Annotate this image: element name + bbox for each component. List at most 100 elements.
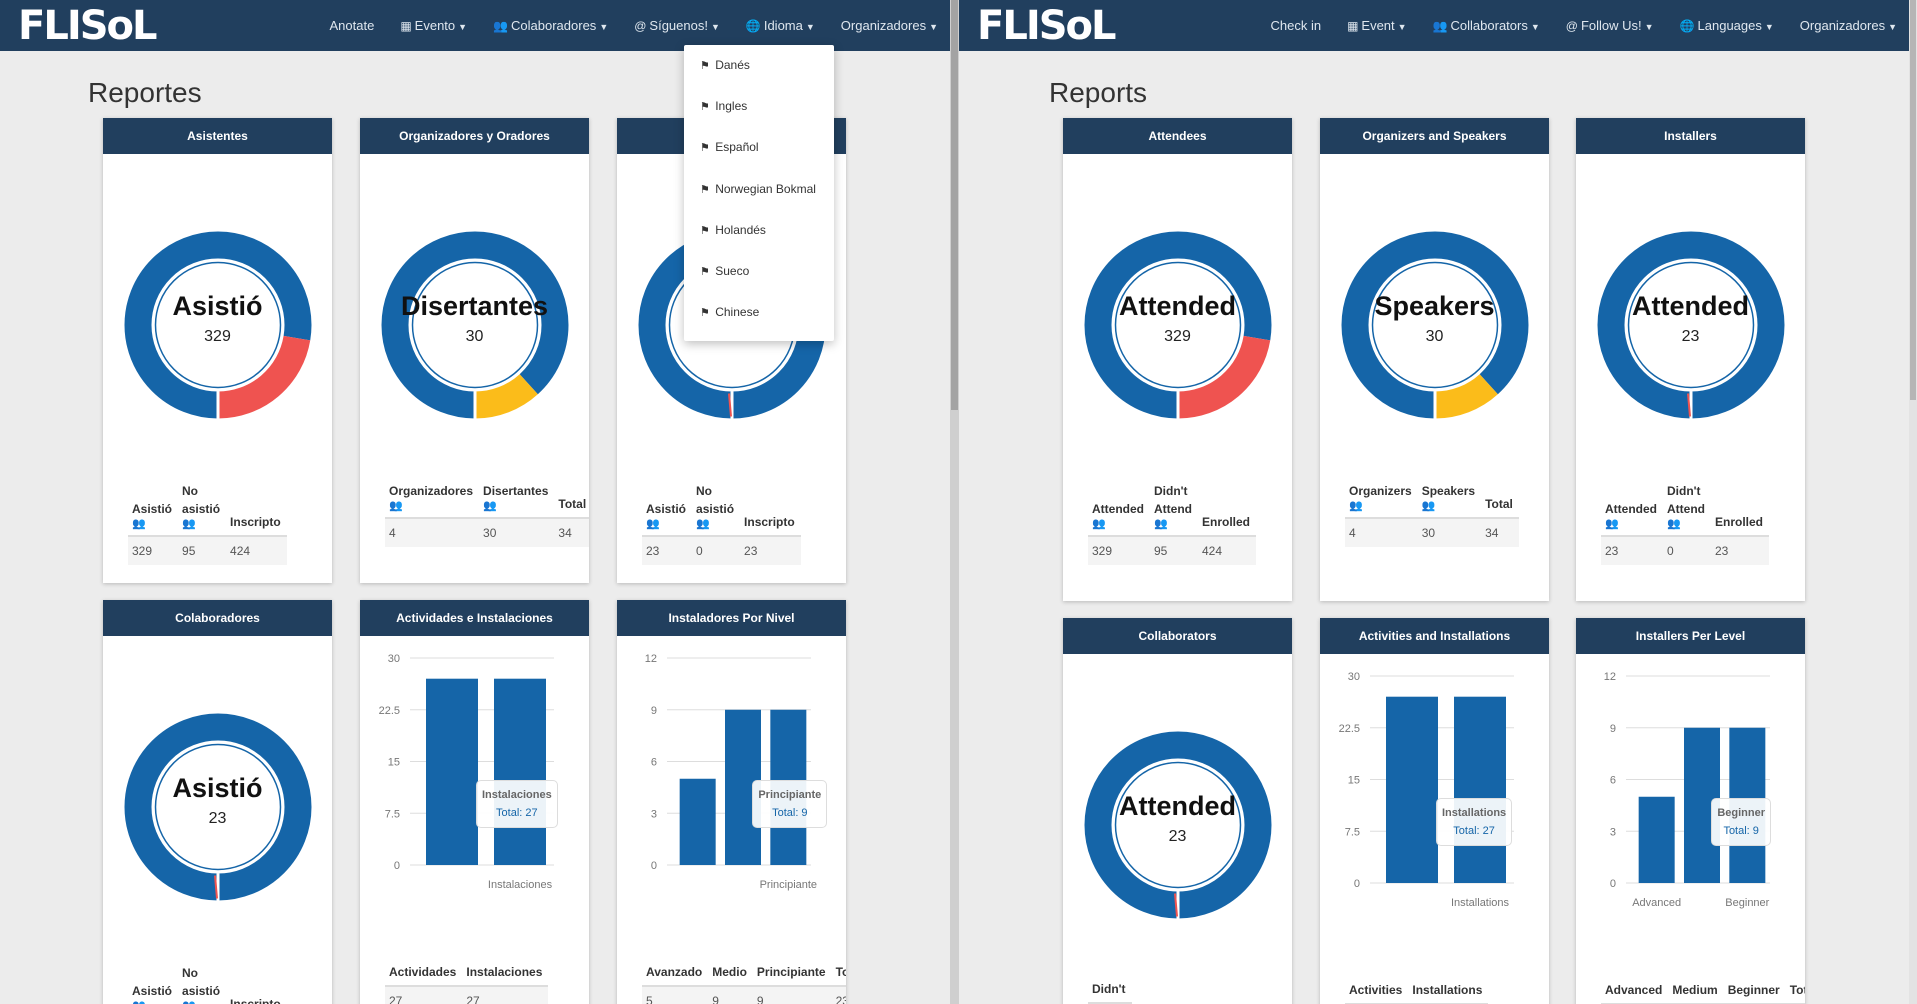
donut-segment[interactable] [1341, 231, 1528, 419]
stats-cell: 329 [128, 536, 179, 565]
column-label-line: Enrolled [1202, 515, 1251, 529]
column-label-line: Inscripto [230, 997, 281, 1004]
users-icon: 👥 [182, 518, 196, 530]
nav-evento[interactable]: ▦ Evento ▼ [400, 18, 467, 33]
donut-chart[interactable] [1596, 230, 1786, 420]
language-option-label: Español [715, 140, 759, 155]
donut-center-label: Attended [1119, 291, 1236, 321]
column-label-line: asistió [182, 984, 221, 998]
donut-center-value: 30 [465, 328, 484, 345]
nav-siguenos-label: Síguenos! [649, 18, 708, 33]
bar-chart[interactable]: 12 9 6 3 0 Advanced Beginner [1576, 668, 1805, 928]
nav-siguenos[interactable]: @ Síguenos! ▼ [634, 18, 720, 33]
stats-cell: 95 [178, 536, 227, 565]
nav-organizadores[interactable]: Organizadores ▼ [841, 18, 938, 33]
nav-colaboradores[interactable]: 👥 Colaboradores ▼ [493, 18, 608, 33]
x-tick-label: Beginner [1725, 897, 1769, 909]
nav-follow-us[interactable]: @ Follow Us! ▼ [1566, 18, 1654, 33]
bar[interactable] [494, 678, 546, 865]
caret-down-icon: ▼ [1888, 22, 1897, 32]
language-option[interactable]: ⚑ Danés [684, 45, 834, 86]
stats-column-header: Speakers 👥 [1417, 482, 1482, 519]
bar[interactable] [1386, 696, 1438, 883]
column-label-line: Didn't [1092, 982, 1126, 996]
donut-segment[interactable] [124, 713, 311, 901]
stats-cell: 424 [226, 536, 287, 565]
y-tick-label: 0 [394, 860, 400, 872]
donut-segment[interactable] [1597, 231, 1784, 419]
stats-cell: 34 [1481, 518, 1519, 547]
flag-icon: ⚑ [700, 224, 710, 237]
stats-column-header: Enrolled [1711, 482, 1770, 537]
stats-table: Asistió 👥 No asistió 👥 Inscripto 329 95 424 [128, 482, 287, 565]
y-tick-label: 9 [1610, 723, 1616, 735]
nav-anotate[interactable]: Anotate [330, 18, 375, 33]
y-tick-label: 15 [1348, 775, 1360, 787]
report-panel: Installers Per Level 12 9 6 3 0 Advanced Beginn… [1576, 618, 1805, 1004]
stats-table: Activities Installations [1345, 981, 1489, 1004]
stats-column-header: Beginner [1723, 981, 1786, 1004]
navbar: FLISoL Check in ▦ Event ▼ 👥 Collaborators ▼ … [959, 0, 1917, 51]
y-tick-label: 15 [388, 757, 400, 769]
nav-check-in[interactable]: Check in [1270, 18, 1321, 33]
donut-segment[interactable] [381, 231, 568, 419]
donut-segment[interactable] [1084, 731, 1271, 919]
language-option[interactable]: ⚑ Norwegian Bokmal [684, 169, 834, 210]
language-option[interactable]: ⚑ Español [684, 127, 834, 168]
flag-icon: ⚑ [700, 265, 710, 278]
column-label-line: Total [558, 497, 587, 511]
tooltip-value: Total: 9 [772, 807, 808, 819]
pane-scrollbar[interactable] [950, 0, 959, 1004]
brand-logo[interactable]: FLISoL [18, 4, 157, 48]
y-tick-label: 30 [388, 653, 400, 665]
donut-chart[interactable] [123, 712, 313, 902]
nav-languages[interactable]: 🌐 Languages ▼ [1680, 18, 1774, 33]
users-icon: 👥 [1154, 518, 1168, 530]
stats-table: Attended 👥 Didn't Attend 👥 Enrolled 23 0 23 [1601, 482, 1770, 565]
stats-row: 27 27 [385, 986, 549, 1004]
chart-tooltip: Principiante Total: 9 [752, 780, 828, 828]
donut-chart[interactable] [1340, 230, 1530, 420]
caret-down-icon: ▼ [1644, 22, 1654, 32]
nav-idioma[interactable]: 🌐 Idioma ▼ [746, 18, 815, 33]
donut-chart[interactable] [1083, 230, 1273, 420]
bar[interactable] [426, 678, 478, 865]
users-icon: 👥 [1667, 518, 1681, 530]
stats-cell: 9 [752, 986, 832, 1004]
panel-header: Instaladores Por Nivel [617, 600, 846, 636]
stats-column-header: Didn't Attend 👥 [1663, 482, 1711, 537]
donut-inner-ring [1114, 261, 1241, 389]
scrollbar-thumb[interactable] [951, 0, 958, 410]
bar[interactable] [1638, 796, 1675, 883]
chart-tooltip: Beginner Total: 9 [1711, 798, 1772, 846]
bar-chart[interactable]: 30 22.5 15 7.5 0 Installations [1320, 668, 1549, 928]
donut-chart[interactable] [123, 230, 313, 420]
language-option[interactable]: ⚑ Chinese [684, 292, 834, 333]
donut-chart[interactable] [380, 230, 570, 420]
flag-icon: ⚑ [700, 60, 710, 72]
scrollbar-thumb[interactable] [1910, 0, 1916, 400]
brand-logo[interactable]: FLISoL [977, 4, 1116, 48]
right-scrollbar[interactable] [1909, 0, 1917, 1004]
users-icon: 👥 [696, 518, 710, 530]
caret-down-icon: ▼ [805, 22, 815, 32]
column-label-line: Disertantes [483, 484, 549, 498]
donut-chart[interactable] [1083, 730, 1273, 920]
stats-table: Asistió 👥 No asistió 👥 Inscripto [128, 964, 287, 1004]
nav-event[interactable]: ▦ Event ▼ [1347, 18, 1407, 33]
bar[interactable] [1454, 696, 1506, 883]
language-option[interactable]: ⚑ Ingles [684, 86, 834, 127]
caret-down-icon: ▼ [929, 22, 938, 32]
language-option[interactable]: ⚑ Sueco [684, 251, 834, 292]
stats-table: Organizadores 👥 Disertantes 👥 Total 4 30 34 [385, 482, 589, 547]
tooltip-title: Principiante [758, 789, 822, 801]
language-option[interactable]: ⚑ Holandés [684, 210, 834, 251]
nav-collaborators[interactable]: 👥 Collaborators ▼ [1433, 18, 1540, 33]
nav-organizadores[interactable]: Organizadores ▼ [1800, 18, 1897, 33]
stats-cell: 4 [385, 518, 480, 547]
bar[interactable] [679, 778, 716, 865]
stats-column-header: Organizadores 👥 [385, 482, 480, 519]
donut-center-label: Attended [1119, 791, 1236, 821]
x-tick-label: Installations [1451, 897, 1510, 909]
users-icon: 👥 [1605, 518, 1619, 530]
